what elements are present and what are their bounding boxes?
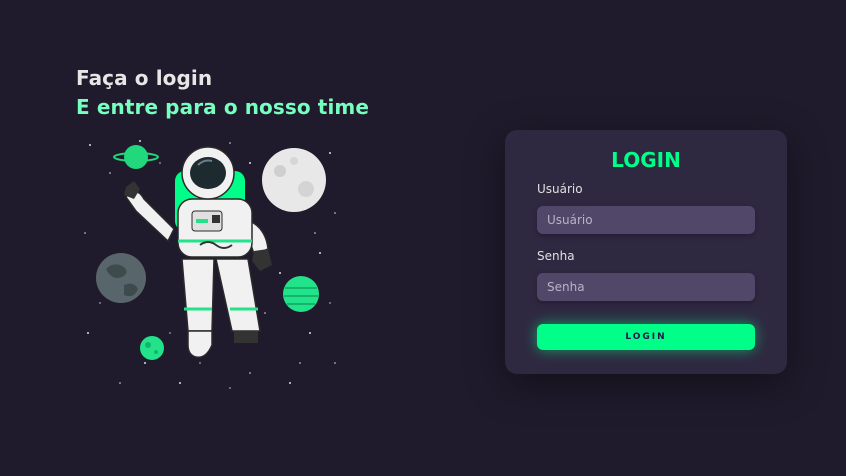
hero-subtitle: E entre para o nosso time xyxy=(76,95,370,119)
green-planet-small xyxy=(140,336,164,360)
password-label: Senha xyxy=(537,249,575,263)
login-button[interactable]: LOGIN xyxy=(537,324,755,350)
moon-planet xyxy=(262,148,326,212)
saturn-planet xyxy=(113,145,159,169)
astronaut-illustration xyxy=(84,140,336,389)
green-planet-right xyxy=(283,276,319,312)
earth-planet xyxy=(96,253,146,303)
login-title: LOGIN xyxy=(611,148,681,172)
astronaut xyxy=(124,146,272,358)
username-input[interactable] xyxy=(537,206,755,234)
hero-title: Faça o login xyxy=(76,66,213,90)
username-label: Usuário xyxy=(537,182,583,196)
password-input[interactable] xyxy=(537,273,755,301)
